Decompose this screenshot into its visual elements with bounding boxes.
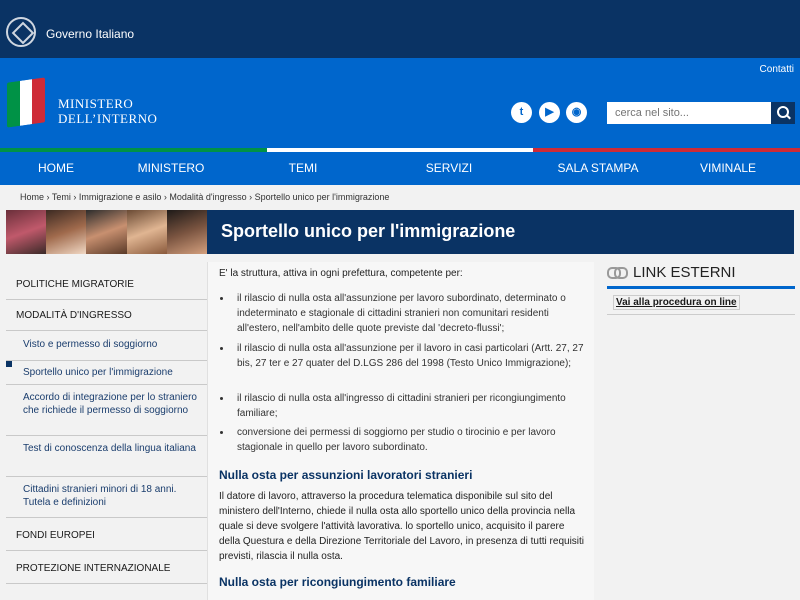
external-links-title: LINK ESTERNI <box>633 264 736 281</box>
online-procedure-link[interactable]: Vai alla procedura on line <box>613 295 740 310</box>
sidebar-item-fondi-europei[interactable]: FONDI EUROPEI <box>6 518 207 551</box>
divider <box>607 286 795 289</box>
emblem-icon <box>6 17 36 47</box>
title-banner: Sportello unico per l'immigrazione <box>207 210 794 254</box>
search-box <box>607 102 795 124</box>
section-heading-assunzioni: Nulla osta per assunzioni lavoratori str… <box>219 468 473 482</box>
rss-icon[interactable]: ◉ <box>566 102 587 123</box>
section-heading-ricongiungimento: Nulla osta per ricongiungimento familiar… <box>219 575 456 589</box>
youtube-icon[interactable]: ▶ <box>539 102 560 123</box>
nav-sala-stampa[interactable]: SALA STAMPA <box>556 152 640 185</box>
sidebar-item-accordo-integrazione[interactable]: Accordo di integrazione per lo straniero… <box>6 385 207 436</box>
government-link[interactable]: Governo Italiano <box>46 27 134 41</box>
twitter-icon[interactable]: t <box>511 102 532 123</box>
sidebar-item-modalita-ingresso[interactable]: MODALITÀ D'INGRESSO <box>6 300 207 331</box>
ministry-line-2: DELL’INTERNO <box>58 111 158 126</box>
list-item: conversione dei permessi di soggiorno pe… <box>220 425 585 455</box>
sidebar-item-sportello-unico[interactable]: Sportello unico per l'immigrazione <box>6 361 207 385</box>
search-icon[interactable] <box>771 102 795 124</box>
sidebar-item-protezione-internazionale[interactable]: PROTEZIONE INTERNAZIONALE <box>6 551 207 584</box>
list-item: il rilascio di nulla osta all'ingresso d… <box>220 391 585 421</box>
link-icon <box>607 267 628 279</box>
sidebar-item-politiche-migratorie[interactable]: POLITICHE MIGRATORIE <box>6 262 207 300</box>
nav-viminale[interactable]: VIMINALE <box>695 152 761 185</box>
header-photo-strip <box>6 210 207 254</box>
section-text-assunzioni: Il datore di lavoro, attraverso la proce… <box>219 491 585 562</box>
divider <box>607 314 795 315</box>
flag-logo[interactable] <box>7 77 45 128</box>
contacts-link[interactable]: Contatti <box>760 64 794 75</box>
page-title: Sportello unico per l'immigrazione <box>221 221 516 241</box>
main-nav: HOME MINISTERO TEMI SERVIZI SALA STAMPA … <box>0 152 800 185</box>
breadcrumb[interactable]: Home › Temi › Immigrazione e asilo › Mod… <box>20 192 389 202</box>
sidebar-item-test-lingua[interactable]: Test di conoscenza della lingua italiana <box>6 436 207 477</box>
search-input[interactable] <box>607 102 771 124</box>
ministry-logo-text[interactable]: MINISTERO DELL’INTERNO <box>58 96 157 126</box>
article-body: E' la struttura, attiva in ogni prefettu… <box>207 262 594 600</box>
government-bar: Governo Italiano <box>0 0 800 58</box>
sidebar: POLITICHE MIGRATORIE MODALITÀ D'INGRESSO… <box>6 262 207 584</box>
intro-text: E' la struttura, attiva in ogni prefettu… <box>219 268 463 279</box>
nav-home[interactable]: HOME <box>26 152 86 185</box>
list-item: il rilascio di nulla osta all'assunzione… <box>220 291 585 336</box>
list-item: il rilascio di nulla osta all'assunzione… <box>220 341 585 371</box>
ministry-header: Contatti MINISTERO DELL’INTERNO t ▶ ◉ <box>0 58 800 150</box>
sidebar-item-visto-permesso[interactable]: Visto e permesso di soggiorno <box>6 331 207 361</box>
nav-temi[interactable]: TEMI <box>273 152 333 185</box>
ministry-line-1: MINISTERO <box>58 96 134 111</box>
sidebar-item-cittadini-minori[interactable]: Cittadini stranieri minori di 18 anni. T… <box>6 477 207 518</box>
nav-servizi[interactable]: SERVIZI <box>419 152 479 185</box>
nav-ministero[interactable]: MINISTERO <box>136 152 206 185</box>
